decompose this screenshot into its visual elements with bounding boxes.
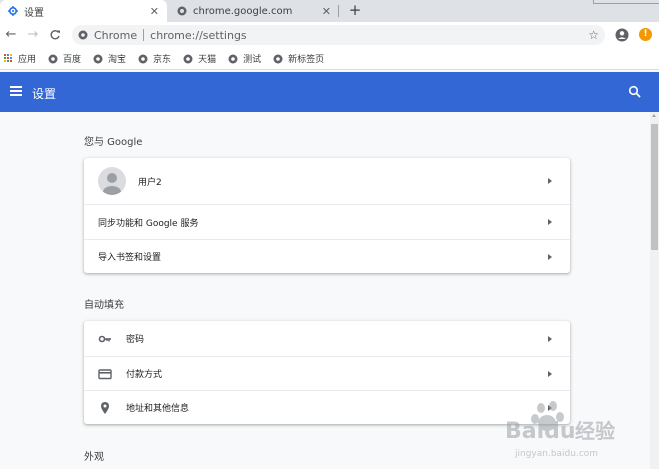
scroll-up-arrow-icon[interactable]: [652, 114, 656, 117]
origin-label: Chrome: [94, 28, 138, 42]
star-icon[interactable]: ☆: [588, 28, 599, 42]
chevron-right-icon: [548, 219, 552, 225]
settings-header: 设置: [0, 72, 659, 112]
globe-icon: [93, 54, 103, 64]
row-label: 地址和其他信息: [126, 404, 190, 414]
tab-settings[interactable]: 设置 ✕: [0, 0, 167, 22]
tab-title: 设置: [24, 7, 44, 19]
globe-icon: [228, 54, 238, 64]
globe-icon: [48, 54, 58, 64]
account-icon: [615, 28, 629, 42]
user-name: 用户2: [138, 177, 162, 188]
section-title-you-and-google: 您与 Google: [84, 137, 143, 148]
row-payment[interactable]: 付款方式: [84, 356, 570, 390]
chevron-right-icon: [548, 370, 552, 377]
row-import[interactable]: 导入书签和设置: [84, 239, 570, 273]
close-icon[interactable]: ✕: [150, 5, 159, 18]
reload-icon: [50, 30, 60, 40]
tab-separator: [338, 5, 339, 17]
globe-icon: [177, 6, 187, 16]
bookmark-item[interactable]: 新标签页: [273, 52, 324, 65]
row-addresses[interactable]: 地址和其他信息: [84, 390, 570, 424]
globe-icon: [273, 54, 283, 64]
apps-icon: [4, 54, 13, 63]
location-pin-icon: [98, 401, 112, 415]
chevron-right-icon: [548, 253, 552, 260]
svg-text:经验: 经验: [575, 419, 615, 443]
bookmarks-bar: 应用 百度 淘宝 京东 天猫 测试 新标签页: [0, 48, 659, 70]
globe-icon: [138, 54, 148, 64]
row-label: 同步功能和 Google 服务: [98, 218, 199, 229]
back-button[interactable]: ←: [2, 26, 20, 44]
omnibox-separator: [143, 29, 145, 41]
section-title-appearance: 外观: [84, 452, 104, 463]
credit-card-icon: [98, 367, 112, 381]
tab-chrome-google[interactable]: chrome.google.com ✕: [169, 0, 339, 22]
bookmark-label: 淘宝: [108, 55, 127, 65]
close-icon[interactable]: ✕: [322, 5, 331, 18]
chevron-right-icon: [548, 335, 552, 342]
bookmark-apps[interactable]: 应用: [4, 52, 36, 65]
row-label: 密码: [126, 335, 145, 345]
chrome-icon: [78, 30, 88, 40]
row-sync[interactable]: 同步功能和 Google 服务: [84, 204, 570, 239]
window-controls: [593, 0, 659, 4]
menu-icon[interactable]: [10, 86, 22, 96]
address-bar[interactable]: Chrome chrome://settings ☆: [72, 25, 605, 45]
search-icon[interactable]: [628, 85, 642, 99]
url-text[interactable]: chrome://settings: [150, 29, 247, 42]
bookmark-label: 测试: [243, 55, 262, 65]
key-icon: [98, 332, 112, 346]
bookmark-item[interactable]: 百度: [48, 52, 81, 65]
tab-strip: 设置 ✕ chrome.google.com ✕ +: [0, 0, 659, 22]
avatar: [98, 167, 126, 195]
baidu-watermark-logo: Baidu 经验 jingyan.baidu.com: [505, 400, 655, 460]
reload-button[interactable]: [46, 26, 64, 44]
globe-icon: [183, 54, 193, 64]
bookmark-item[interactable]: 淘宝: [93, 52, 126, 65]
forward-button[interactable]: →: [24, 26, 42, 44]
gear-icon: [8, 6, 18, 16]
new-tab-button[interactable]: +: [346, 2, 364, 20]
row-user[interactable]: 用户2: [84, 158, 570, 204]
svg-text:Baidu: Baidu: [505, 419, 576, 444]
profile-button[interactable]: [615, 28, 629, 42]
bookmark-label: 百度: [63, 55, 82, 65]
bookmark-item[interactable]: 天猫: [183, 52, 216, 65]
row-label: 付款方式: [126, 370, 163, 380]
chevron-right-icon: [548, 178, 552, 184]
row-label: 导入书签和设置: [98, 253, 162, 263]
bookmark-item[interactable]: 测试: [228, 52, 261, 65]
svg-text:jingyan.baidu.com: jingyan.baidu.com: [514, 449, 598, 459]
section-title-autofill: 自动填充: [84, 300, 124, 311]
row-passwords[interactable]: 密码: [84, 321, 570, 356]
update-alert-button[interactable]: !: [639, 28, 652, 41]
bookmark-label: 京东: [153, 55, 172, 65]
card-autofill: 密码 付款方式 地址和其他信息: [84, 321, 570, 424]
tab-title: chrome.google.com: [193, 5, 293, 17]
card-you-and-google: 用户2 同步功能和 Google 服务 导入书签和设置: [84, 158, 570, 273]
bookmark-label: 天猫: [198, 55, 217, 65]
page-title: 设置: [32, 87, 57, 101]
toolbar: ← → Chrome chrome://settings ☆ !: [0, 22, 659, 48]
bookmark-label: 新标签页: [288, 55, 325, 65]
bookmark-label: 应用: [18, 55, 37, 65]
scroll-thumb[interactable]: [651, 124, 658, 250]
person-icon: [103, 173, 121, 195]
bookmark-item[interactable]: 京东: [138, 52, 171, 65]
